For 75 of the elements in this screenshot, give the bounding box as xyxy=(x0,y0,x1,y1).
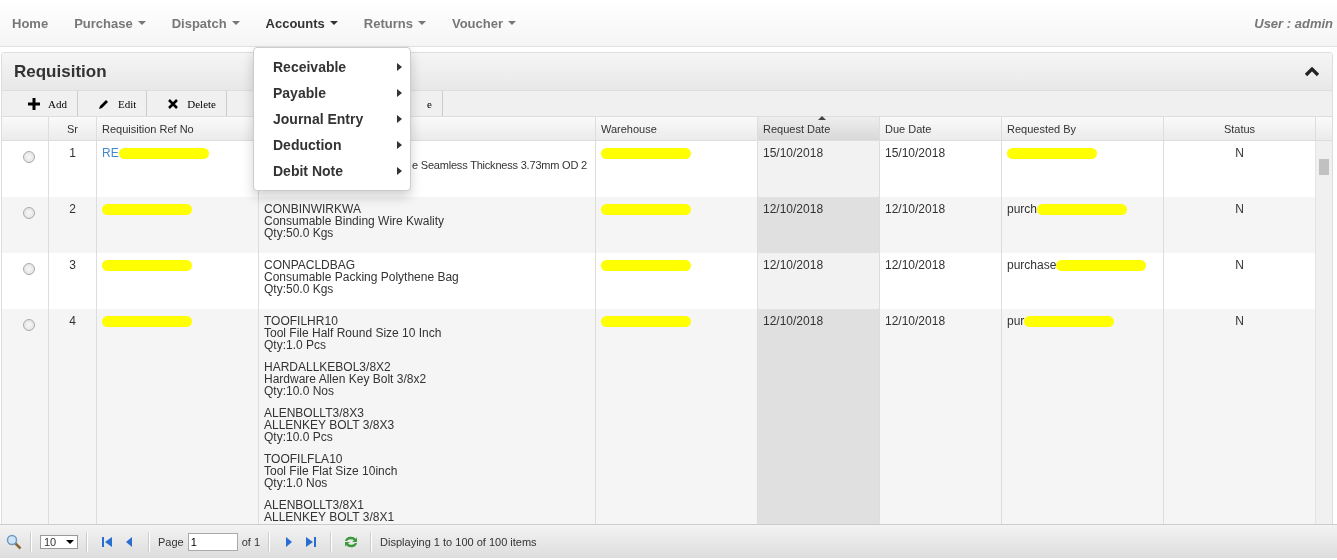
table-cell-text: 15/10/2018 xyxy=(885,146,946,160)
row-number: 2 xyxy=(69,202,76,216)
nav-item[interactable]: Purchase xyxy=(62,0,160,46)
item-text: CONBINWIRKWA xyxy=(264,203,362,215)
item-text: Qty:50.0 Kgs xyxy=(264,283,335,295)
toolbar-button[interactable]: Add xyxy=(8,91,78,116)
table-cell-text: N xyxy=(1235,202,1244,216)
column-header[interactable]: Request Date xyxy=(758,117,880,140)
page-input[interactable]: 1 xyxy=(187,532,238,551)
page-count: of 1 xyxy=(241,535,261,548)
plus-icon xyxy=(28,97,40,110)
menu-item[interactable]: Receivable xyxy=(254,54,410,80)
table-cell-text: purch xyxy=(1007,202,1038,216)
item-text: Qty:1.0 Nos xyxy=(264,477,329,489)
page-label: Page xyxy=(158,535,184,548)
column-header[interactable]: Due Date xyxy=(880,117,1002,140)
item-text: Consumable Binding Wire Kwality xyxy=(264,215,446,227)
scrollbar[interactable] xyxy=(1315,141,1332,524)
item-text: ALLENKEY BOLT 3/8X1 xyxy=(264,511,396,523)
item-text: TOOFILFLA10 xyxy=(264,453,344,465)
column-header[interactable]: Requested By xyxy=(1002,117,1164,140)
nav-item[interactable]: Home xyxy=(0,0,63,46)
nav-item[interactable]: Returns xyxy=(351,0,440,46)
page-size-select[interactable]: 10 xyxy=(40,534,78,549)
item-text: TOOFILHR10 xyxy=(264,315,339,327)
nav-item[interactable]: Accounts xyxy=(253,0,352,46)
table-cell-text: N xyxy=(1235,258,1244,272)
table-cell-text: purchase xyxy=(1007,258,1057,272)
item-text: HARDALLKEBOL3/8X2 xyxy=(264,361,392,373)
item-text: ALLENKEY BOLT 3/8X3 xyxy=(264,419,396,431)
item-text: Tool File Flat Size 10inch xyxy=(264,465,399,477)
row-number: 3 xyxy=(69,258,76,272)
ref-link[interactable]: RE xyxy=(102,146,119,160)
search-icon[interactable] xyxy=(6,533,22,550)
table-cell-text: 12/10/2018 xyxy=(885,258,946,272)
item-text: Consumable Packing Polythene Bag xyxy=(264,271,460,283)
item-text: e Seamless Thickness 3.73mm OD 2 xyxy=(412,159,588,171)
nav-item[interactable]: Dispatch xyxy=(159,0,254,46)
table-cell-text: 12/10/2018 xyxy=(763,258,824,272)
panel-title: Requisition xyxy=(14,61,107,82)
toolbar-button[interactable]: Edit xyxy=(77,91,148,116)
pager-info: Displaying 1 to 100 of 100 items xyxy=(380,535,537,548)
close-icon xyxy=(167,97,180,110)
table-cell-text: N xyxy=(1235,146,1244,160)
item-text: ALENBOLLT3/8X3 xyxy=(264,407,365,419)
user-label: User : admin xyxy=(1254,15,1333,31)
row-radio[interactable] xyxy=(23,207,35,219)
item-text: Qty:10.0 Nos xyxy=(264,385,336,397)
item-text: CONPACLDBAG xyxy=(264,259,357,271)
table-cell-text: N xyxy=(1235,314,1244,328)
item-text: Qty:10.0 Pcs xyxy=(264,431,334,443)
table-cell-text: 12/10/2018 xyxy=(763,314,824,328)
item-text: Tool File Half Round Size 10 Inch xyxy=(264,327,443,339)
menu-item[interactable]: Debit Note xyxy=(254,158,410,184)
table-cell-text: pur xyxy=(1007,314,1025,328)
column-header[interactable]: Sr xyxy=(49,117,97,140)
item-text: Qty:1.0 Pcs xyxy=(264,339,328,351)
row-radio[interactable] xyxy=(23,263,35,275)
table-cell-text: 12/10/2018 xyxy=(885,202,946,216)
column-header[interactable]: Status xyxy=(1164,117,1316,140)
nav-item[interactable]: Voucher xyxy=(439,0,530,46)
menu-item[interactable]: Payable xyxy=(254,80,410,106)
row-radio[interactable] xyxy=(23,151,35,163)
pencil-icon xyxy=(97,97,110,110)
toolbar-button[interactable]: Delete xyxy=(147,91,227,116)
row-number: 1 xyxy=(69,146,76,160)
item-text: Qty:50.0 Kgs xyxy=(264,227,335,239)
table-cell-text: 12/10/2018 xyxy=(763,202,824,216)
table-cell-text: 12/10/2018 xyxy=(885,314,946,328)
item-text: ALENBOLLT3/8X1 xyxy=(264,499,365,511)
row-radio[interactable] xyxy=(23,319,35,331)
chevron-icon[interactable] xyxy=(1304,65,1320,78)
table-cell-text: 15/10/2018 xyxy=(763,146,824,160)
row-number: 4 xyxy=(69,314,76,328)
item-text: Hardware Allen Key Bolt 3/8x2 xyxy=(264,373,428,385)
